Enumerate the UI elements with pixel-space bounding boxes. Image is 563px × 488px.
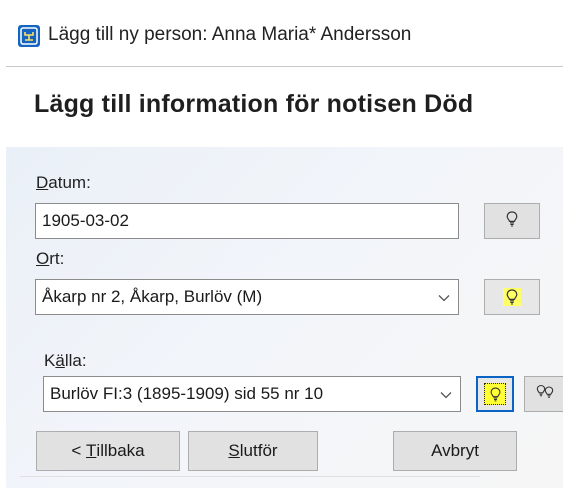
source-multi-suggest-button[interactable] <box>524 376 563 412</box>
title-bar: Lägg till ny person: Anna Maria* Anderss… <box>6 6 563 67</box>
cancel-button[interactable]: Avbryt <box>393 431 517 471</box>
date-field[interactable]: 1905-03-02 <box>35 203 459 239</box>
finish-button-label: lutför <box>239 441 278 460</box>
source-suggest-button[interactable] <box>476 376 514 412</box>
dialog-window: Lägg till ny person: Anna Maria* Anderss… <box>6 6 563 488</box>
family-tree-icon <box>18 25 40 47</box>
source-label: Källa: <box>44 351 87 370</box>
chevron-down-icon[interactable] <box>438 280 450 314</box>
lightbulb-icon <box>503 288 521 306</box>
separator <box>20 476 480 477</box>
source-dropdown[interactable]: Burlöv FI:3 (1895-1909) sid 55 nr 10 <box>43 376 461 412</box>
finish-button[interactable]: Slutför <box>188 431 318 471</box>
finish-button-mnemonic: S <box>228 441 240 460</box>
back-button-prefix: < <box>71 441 87 460</box>
window-title: Lägg till ny person: Anna Maria* Anderss… <box>48 24 412 45</box>
place-label: Ort: <box>36 249 65 268</box>
back-button-mnemonic: T <box>86 441 97 460</box>
heading-area: Lägg till information för notisen Död <box>6 67 563 147</box>
page-title: Lägg till information för notisen Död <box>34 90 474 118</box>
back-button[interactable]: < Tillbaka <box>36 431 180 471</box>
form-area: Datum: 1905-03-02 Ort: Åkarp nr 2, Åkarp… <box>6 147 563 488</box>
cancel-button-label: Avbryt <box>431 441 479 460</box>
place-value: Åkarp nr 2, Åkarp, Burlöv (M) <box>42 287 263 306</box>
back-button-label: illbaka <box>96 441 145 460</box>
double-lightbulb-icon <box>536 384 554 405</box>
lightbulb-icon <box>484 383 506 405</box>
place-dropdown[interactable]: Åkarp nr 2, Åkarp, Burlöv (M) <box>35 279 459 315</box>
date-suggest-button[interactable] <box>484 203 540 239</box>
chevron-down-icon[interactable] <box>440 377 452 411</box>
date-label: Datum: <box>36 173 91 192</box>
source-value: Burlöv FI:3 (1895-1909) sid 55 nr 10 <box>50 384 324 403</box>
place-suggest-button[interactable] <box>484 279 540 315</box>
lightbulb-icon <box>506 210 518 232</box>
